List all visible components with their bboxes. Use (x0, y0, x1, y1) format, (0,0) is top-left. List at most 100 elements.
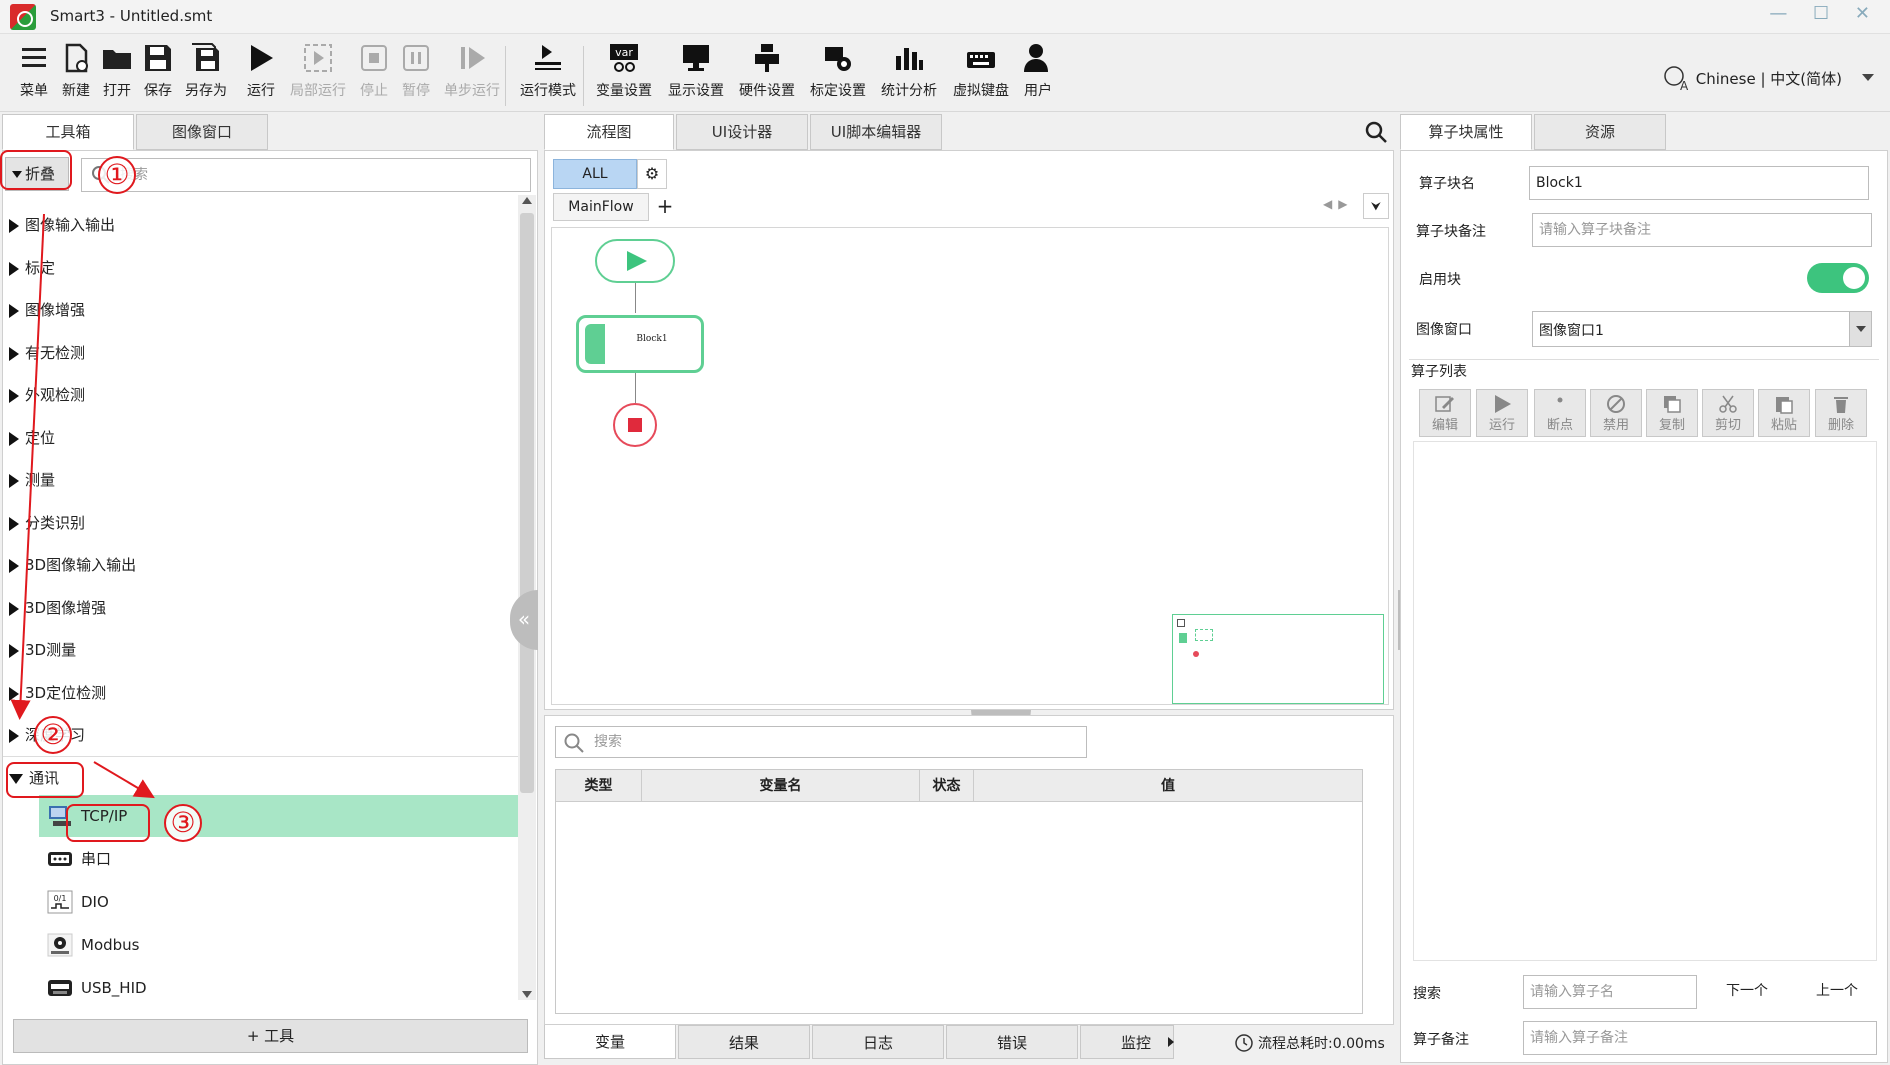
tool-item-usb-hid[interactable]: USB_HID (39, 967, 519, 1009)
tool-item-modbus[interactable]: Modbus (39, 924, 519, 966)
tab-image-window[interactable]: 图像窗口 (136, 114, 268, 150)
tab-variables[interactable]: 变量 (544, 1025, 676, 1059)
play-icon (251, 45, 273, 71)
dropdown-button[interactable] (1849, 312, 1871, 346)
toolbar-pause-button[interactable]: 暂停 (396, 42, 436, 110)
category-image-io[interactable]: 图像输入输出 (9, 213, 115, 237)
end-node[interactable] (613, 403, 657, 447)
operator-search-input[interactable] (1523, 975, 1697, 1009)
stop-icon (361, 45, 387, 71)
add-tool-button[interactable]: + 工具 (13, 1019, 528, 1053)
tool-item-serial[interactable]: 串口 (39, 838, 519, 880)
block-note-label: 算子块备注 (1416, 224, 1486, 240)
filter-all-button[interactable]: ALL (553, 159, 637, 189)
category-calibration[interactable]: 标定 (9, 256, 55, 280)
disable-operator-button[interactable]: 禁用 (1590, 389, 1642, 437)
delete-operator-button[interactable]: 删除 (1815, 389, 1867, 437)
language-selector[interactable]: Chinese | 中文(简体) (1696, 68, 1842, 89)
image-window-select[interactable]: 图像窗口1 (1532, 311, 1872, 347)
new-file-icon (65, 43, 88, 73)
flow-tab-nav-icon[interactable]: ◀▶ (1323, 197, 1353, 211)
tab-results[interactable]: 结果 (678, 1025, 810, 1059)
flow-canvas[interactable]: Block1 (551, 227, 1389, 705)
tab-ui-script-editor[interactable]: UI脚本编辑器 (810, 114, 942, 150)
toolbar-save-as-button[interactable]: 另存为 (185, 42, 227, 110)
tab-scroll-right-icon[interactable] (1168, 1037, 1174, 1047)
variable-icon: var (610, 44, 638, 72)
scroll-thumb[interactable] (520, 213, 534, 793)
run-operator-button[interactable]: 运行 (1476, 389, 1528, 437)
toolbar-step-run-button[interactable]: 单步运行 (444, 42, 500, 110)
toolbar-keyboard-button[interactable]: 虚拟键盘 (953, 42, 1009, 110)
block-node[interactable]: Block1 (576, 315, 704, 373)
right-panel: 算子块属性 资源 算子块名 算子块备注 启用块 图像窗口 图像窗口1 算子列表 … (1398, 112, 1890, 1065)
toolbar-hardware-button[interactable]: 硬件设置 (739, 42, 795, 110)
toolbox-search-input[interactable] (81, 158, 531, 192)
tab-errors[interactable]: 错误 (946, 1025, 1078, 1059)
category-3d-measurement[interactable]: 3D测量 (9, 638, 76, 662)
operator-note-input[interactable] (1523, 1021, 1877, 1055)
category-3d-image-io[interactable]: 3D图像输入输出 (9, 553, 136, 577)
previous-button[interactable]: 上一个 (1797, 975, 1877, 1009)
flowchart-area: ALL ⚙ MainFlow + ◀▶ ⮟ Block1 (544, 150, 1394, 710)
next-button[interactable]: 下一个 (1707, 975, 1787, 1009)
toolbar-variable-button[interactable]: var 变量设置 (596, 42, 652, 110)
scroll-down-icon[interactable] (522, 991, 532, 998)
paste-operator-button[interactable]: 粘贴 (1758, 389, 1810, 437)
toolbar-user-button[interactable]: 用户 (1018, 42, 1058, 110)
search-icon[interactable] (1364, 120, 1388, 144)
category-appearance-detection[interactable]: 外观检测 (9, 383, 85, 407)
category-positioning[interactable]: 定位 (9, 426, 55, 450)
enable-block-toggle[interactable] (1807, 263, 1869, 293)
copy-operator-button[interactable]: 复制 (1646, 389, 1698, 437)
column-header-value[interactable]: 值 (974, 770, 1362, 802)
minimap-block (1179, 633, 1187, 643)
cut-operator-button[interactable]: 剪切 (1702, 389, 1754, 437)
tab-ui-designer[interactable]: UI设计器 (676, 114, 808, 150)
column-header-type[interactable]: 类型 (556, 770, 642, 802)
flow-minimap[interactable] (1172, 614, 1384, 704)
category-measurement[interactable]: 测量 (9, 468, 55, 492)
gear-icon[interactable]: ⚙ (637, 159, 667, 189)
block-note-input[interactable] (1532, 213, 1872, 247)
column-header-variable-name[interactable]: 变量名 (642, 770, 920, 802)
operator-list[interactable] (1413, 441, 1877, 961)
toolbar-partial-run-button[interactable]: 局部运行 (290, 42, 346, 110)
category-presence-detection[interactable]: 有无检测 (9, 341, 85, 365)
tab-flowchart[interactable]: 流程图 (544, 114, 674, 150)
image-window-selected: 图像窗口1 (1539, 323, 1604, 339)
tab-toolbox[interactable]: 工具箱 (2, 114, 134, 150)
breakpoint-button[interactable]: 断点 (1534, 389, 1586, 437)
block-name-input[interactable] (1529, 166, 1869, 200)
start-node[interactable] (595, 239, 675, 283)
flow-tab-mainflow[interactable]: MainFlow (553, 193, 649, 221)
toolbar-run-mode-button[interactable]: 运行模式 (520, 42, 576, 110)
edit-operator-button[interactable]: 编辑 (1419, 389, 1471, 437)
column-header-status[interactable]: 状态 (920, 770, 974, 802)
tab-monitor[interactable]: 监控 (1080, 1025, 1174, 1059)
tool-item-dio[interactable]: 0/1 DIO (39, 881, 519, 923)
tab-resources[interactable]: 资源 (1534, 114, 1666, 150)
scroll-up-icon[interactable] (522, 197, 532, 204)
toolbar-run-button[interactable]: 运行 (241, 42, 281, 110)
divider (1409, 359, 1879, 360)
variable-search-input[interactable] (555, 726, 1087, 758)
category-classification[interactable]: 分类识别 (9, 511, 85, 535)
chevron-down-icon[interactable]: ⮟ (1363, 193, 1389, 219)
language-dropdown-arrow-icon[interactable] (1862, 74, 1874, 81)
category-image-enhance[interactable]: 图像增强 (9, 298, 85, 322)
toolbar-calibration-button[interactable]: 标定设置 (810, 42, 866, 110)
window-controls[interactable]: — ☐ ✕ (1769, 3, 1880, 24)
add-flow-icon[interactable]: + (653, 193, 677, 221)
minimap-node (1195, 629, 1213, 641)
calibration-icon (825, 47, 851, 71)
category-3d-image-enhance[interactable]: 3D图像增强 (9, 596, 106, 620)
tab-log[interactable]: 日志 (812, 1025, 944, 1059)
category-3d-position-detection[interactable]: 3D定位检测 (9, 681, 106, 705)
tab-block-properties[interactable]: 算子块属性 (1400, 114, 1532, 150)
language-icon: A (1664, 66, 1689, 92)
toolbar-display-button[interactable]: 显示设置 (668, 42, 724, 110)
modbus-icon (47, 933, 73, 957)
toolbar-statistics-button[interactable]: 统计分析 (881, 42, 937, 110)
operator-search-label: 搜索 (1413, 986, 1441, 1002)
